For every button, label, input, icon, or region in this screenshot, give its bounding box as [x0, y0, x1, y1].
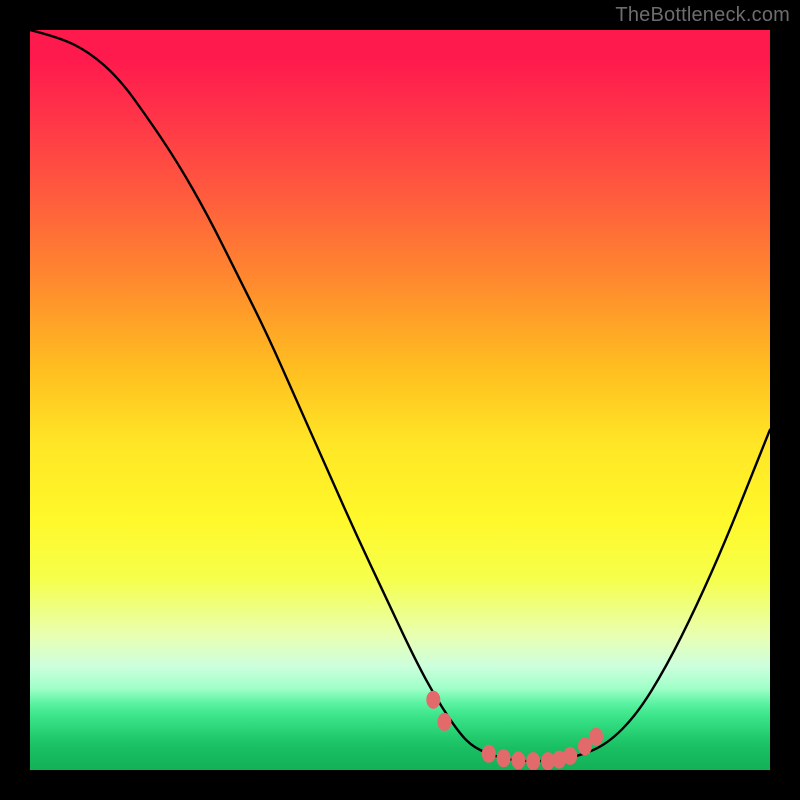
plot-area: [30, 30, 770, 770]
chart-stage: TheBottleneck.com: [0, 0, 800, 800]
watermark-text: TheBottleneck.com: [615, 4, 790, 27]
sweet-spot-marker: [511, 751, 525, 769]
sweet-spot-marker: [589, 728, 603, 746]
sweet-spot-markers-group: [426, 691, 603, 770]
sweet-spot-marker: [563, 747, 577, 765]
sweet-spot-marker: [437, 713, 451, 731]
curve-layer: [30, 30, 770, 770]
sweet-spot-marker: [526, 752, 540, 770]
sweet-spot-marker: [497, 749, 511, 767]
sweet-spot-marker: [482, 745, 496, 763]
bottleneck-curve-path: [30, 30, 770, 761]
sweet-spot-marker: [426, 691, 440, 709]
